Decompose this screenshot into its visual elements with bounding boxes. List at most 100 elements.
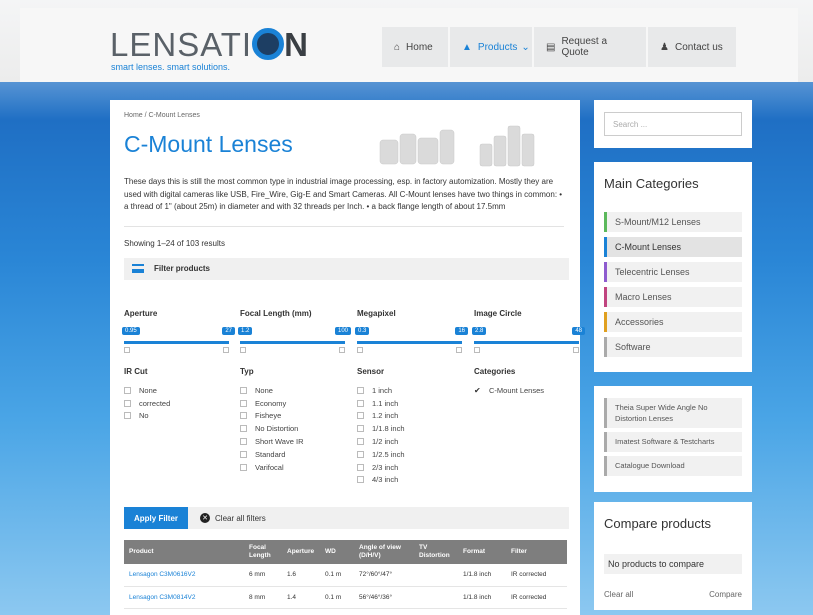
slider-handle-min[interactable] bbox=[240, 347, 246, 353]
checkbox-option[interactable]: 4/3 inch bbox=[357, 474, 467, 487]
link-theia[interactable]: Theia Super Wide Angle No Distortion Len… bbox=[604, 398, 742, 428]
category-s-mount[interactable]: S-Mount/M12 Lenses bbox=[604, 212, 742, 232]
logo-tagline: smart lenses. smart solutions. bbox=[111, 62, 231, 72]
column-header[interactable]: TV Distortion bbox=[414, 540, 458, 564]
checkbox-option[interactable]: Short Wave IR bbox=[240, 435, 350, 448]
column-header[interactable]: Aperture bbox=[282, 540, 320, 564]
table-header-row: Product Focal Length Aperture WD Angle o… bbox=[124, 540, 567, 564]
checkbox[interactable] bbox=[357, 412, 364, 420]
slider-track[interactable] bbox=[240, 341, 345, 344]
slider-handle-max[interactable] bbox=[223, 347, 229, 353]
products-icon: ▲ bbox=[462, 41, 472, 53]
checkbox[interactable] bbox=[240, 450, 247, 458]
checkbox[interactable] bbox=[357, 450, 364, 458]
aperture-slider[interactable]: Aperture 0.95 27 bbox=[122, 309, 235, 353]
checkbox[interactable] bbox=[357, 438, 364, 446]
checkmark-icon[interactable]: ✔ bbox=[474, 386, 481, 394]
column-header[interactable]: Focal Length bbox=[244, 540, 282, 564]
category-telecentric[interactable]: Telecentric Lenses bbox=[604, 262, 742, 282]
checkbox-option[interactable]: 2/3 inch bbox=[357, 461, 467, 474]
nav-contact[interactable]: ♟ Contact us bbox=[648, 27, 736, 67]
link-catalogue[interactable]: Catalogue Download bbox=[604, 456, 742, 476]
column-header[interactable]: Product bbox=[124, 540, 244, 564]
checkbox[interactable] bbox=[124, 399, 131, 407]
product-link[interactable]: Lensagon C3M0814V2 bbox=[124, 586, 244, 609]
megapixel-slider[interactable]: Megapixel 0.3 16 bbox=[355, 309, 468, 353]
category-description: These days this is still the most common… bbox=[124, 177, 563, 211]
slider-handle-min[interactable] bbox=[357, 347, 363, 353]
checkbox[interactable] bbox=[357, 425, 364, 433]
checkbox[interactable] bbox=[240, 386, 247, 394]
checkbox[interactable] bbox=[240, 399, 247, 407]
compare-button[interactable]: Compare bbox=[709, 590, 742, 599]
checkbox[interactable] bbox=[240, 463, 247, 471]
search-input[interactable]: Search ... bbox=[604, 112, 742, 136]
slider-max-value: 27 bbox=[222, 327, 235, 335]
checkbox-option[interactable]: ✔ C-Mount Lenses bbox=[474, 384, 584, 397]
column-header[interactable]: Format bbox=[458, 540, 506, 564]
checkbox-option[interactable]: 1/2 inch bbox=[357, 435, 467, 448]
links-widget: Theia Super Wide Angle No Distortion Len… bbox=[594, 386, 752, 492]
checkbox-option[interactable]: 1 inch bbox=[357, 384, 467, 397]
column-header[interactable]: WD bbox=[320, 540, 354, 564]
table-cell: 0.1 m bbox=[320, 586, 354, 609]
checkbox-option[interactable]: 1.1 inch bbox=[357, 397, 467, 410]
slider-handle-max[interactable] bbox=[339, 347, 345, 353]
checkbox-option[interactable]: Economy bbox=[240, 397, 350, 410]
category-software[interactable]: Software bbox=[604, 337, 742, 357]
checkbox[interactable] bbox=[240, 438, 247, 446]
breadcrumb[interactable]: Home / C-Mount Lenses bbox=[124, 112, 566, 119]
checkbox-option[interactable]: 1/1.8 inch bbox=[357, 422, 467, 435]
slider-handle-min[interactable] bbox=[124, 347, 130, 353]
slider-handle-max[interactable] bbox=[456, 347, 462, 353]
checkbox[interactable] bbox=[124, 386, 131, 394]
checkbox-option[interactable]: corrected bbox=[124, 397, 234, 410]
checkbox[interactable] bbox=[357, 386, 364, 394]
checkbox-option[interactable]: Standard bbox=[240, 448, 350, 461]
slider-track[interactable] bbox=[474, 341, 579, 344]
nav-request-quote[interactable]: ▤ Request a Quote bbox=[534, 27, 646, 67]
nav-products[interactable]: ▲ Products ⌄ bbox=[450, 27, 532, 67]
product-link[interactable]: Lensagon C3M0616V2 bbox=[124, 564, 244, 587]
checkbox[interactable] bbox=[357, 476, 364, 484]
table-cell bbox=[414, 586, 458, 609]
checkbox-option[interactable]: 1.2 inch bbox=[357, 410, 467, 423]
focal-length-slider[interactable]: Focal Length (mm) 1.2 100 bbox=[238, 309, 351, 353]
category-c-mount[interactable]: C-Mount Lenses bbox=[604, 237, 742, 257]
slider-track[interactable] bbox=[124, 341, 229, 344]
apply-filter-button[interactable]: Apply Filter bbox=[124, 507, 189, 529]
checkbox-option[interactable]: Fisheye bbox=[240, 410, 350, 423]
filter-toggle[interactable]: Filter products bbox=[124, 257, 569, 280]
nav-home[interactable]: ⌂ Home bbox=[382, 27, 448, 67]
image-circle-slider[interactable]: Image Circle 2.8 48 bbox=[472, 309, 585, 353]
clear-filters-link[interactable]: ✕ Clear all filters bbox=[200, 513, 266, 523]
column-header[interactable]: Filter bbox=[506, 540, 567, 564]
checkbox[interactable] bbox=[124, 412, 131, 420]
table-row[interactable]: Lensagon C3M0616V2 6 mm 1.6 0.1 m 72°/60… bbox=[124, 564, 567, 587]
lensation-logo[interactable]: LENSATI N smart lenses. smart solutions. bbox=[110, 24, 310, 72]
checkbox[interactable] bbox=[240, 412, 247, 420]
checkbox-option[interactable]: No Distortion bbox=[240, 422, 350, 435]
category-macro[interactable]: Macro Lenses bbox=[604, 287, 742, 307]
checkbox-option[interactable]: 1/2.5 inch bbox=[357, 448, 467, 461]
slider-track[interactable] bbox=[357, 341, 462, 344]
link-imatest[interactable]: Imatest Software & Testcharts bbox=[604, 432, 742, 452]
slider-handle-min[interactable] bbox=[474, 347, 480, 353]
table-row[interactable]: Lensagon C3M0814V2 8 mm 1.4 0.1 m 56°/46… bbox=[124, 586, 567, 609]
checkbox[interactable] bbox=[357, 463, 364, 471]
category-accessories[interactable]: Accessories bbox=[604, 312, 742, 332]
product-table: Product Focal Length Aperture WD Angle o… bbox=[124, 540, 567, 609]
slider-handle-max[interactable] bbox=[573, 347, 579, 353]
checkbox-option[interactable]: None bbox=[124, 384, 234, 397]
checkbox-option[interactable]: None bbox=[240, 384, 350, 397]
close-icon: ✕ bbox=[200, 513, 211, 523]
checkbox-option[interactable]: Varifocal bbox=[240, 461, 350, 474]
checkbox-option[interactable]: No bbox=[124, 410, 234, 423]
checkbox[interactable] bbox=[357, 399, 364, 407]
checkbox[interactable] bbox=[240, 425, 247, 433]
filter-actions: Apply Filter ✕ Clear all filters bbox=[124, 507, 569, 529]
home-icon: ⌂ bbox=[394, 41, 401, 53]
clear-compare-link[interactable]: Clear all bbox=[604, 590, 633, 599]
column-header[interactable]: Angle of view (D/H/V) bbox=[354, 540, 414, 564]
typ-filter: Typ None Economy Fisheye No Distortion S… bbox=[240, 367, 350, 474]
